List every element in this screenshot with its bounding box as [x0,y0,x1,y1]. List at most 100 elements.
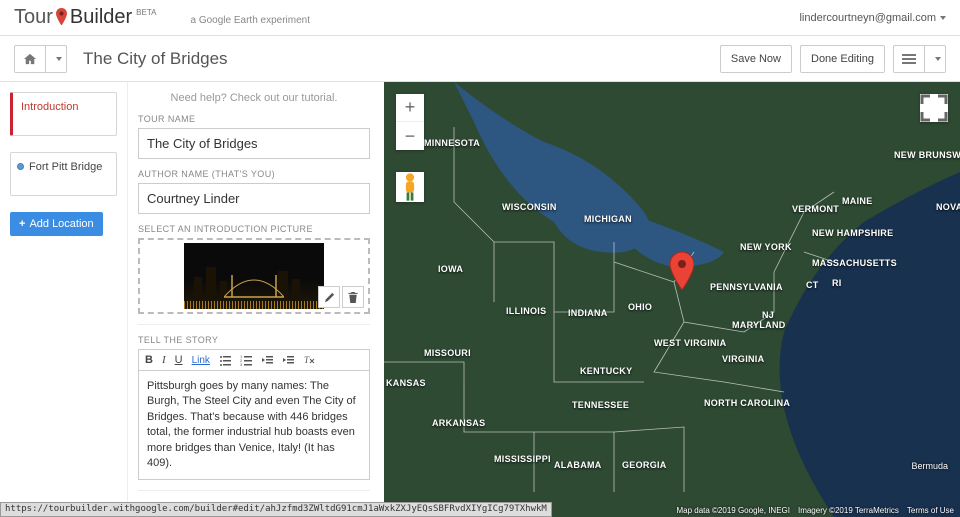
map-state-label: MARYLAND [732,320,786,330]
map-terms-link[interactable]: Terms of Use [907,506,954,515]
home-button[interactable] [14,45,46,73]
map-state-label: NJ [762,310,774,320]
map-state-label: PENNSYLVANIA [710,282,783,292]
home-dropdown-button[interactable] [46,45,67,73]
map-state-label: NORTH CAROLINA [704,398,790,408]
menu-split-button [893,45,946,73]
brand-tour-text: Tour [14,6,53,29]
map-state-label: ILLINOIS [506,306,546,316]
map-state-label: WEST VIRGINIA [654,338,726,348]
story-label: TELL THE STORY [138,335,370,345]
tour-title: The City of Bridges [83,49,228,69]
add-location-label: Add Location [29,218,93,230]
list-numbered-icon[interactable]: 123 [240,354,252,366]
map-state-label: NEW YORK [740,242,792,252]
map-data-text: Map data ©2019 Google, INEGI [676,506,790,515]
pegman-icon [396,172,424,202]
zoom-in-button[interactable]: + [396,94,424,122]
outdent-icon[interactable] [261,354,273,366]
marker-icon [670,252,694,290]
brand-logo[interactable]: Tour Builder BETA [14,6,156,30]
underline-button[interactable]: U [175,354,183,366]
pencil-icon [324,292,335,303]
map-state-label: ALABAMA [554,460,602,470]
fullscreen-button[interactable] [920,94,948,122]
map-state-label: WISCONSIN [502,202,557,212]
map-state-label: MISSOURI [424,348,471,358]
italic-button[interactable]: I [162,354,166,366]
map-state-label: MINNESOTA [424,138,480,148]
map-state-label: RI [832,278,842,288]
map-state-label: VERMONT [792,204,839,214]
zoom-out-button[interactable]: − [396,122,424,150]
map-pin-marker[interactable] [670,252,694,290]
clear-format-icon[interactable]: T [303,354,315,366]
map-state-label: MICHIGAN [584,214,632,224]
home-icon [23,53,37,65]
help-link[interactable]: Need help? Check out our tutorial. [138,92,370,104]
indent-icon[interactable] [282,354,294,366]
add-location-button[interactable]: + Add Location [10,212,103,236]
edit-picture-button[interactable] [318,286,340,308]
pegman-button[interactable] [396,172,424,202]
map-state-label: ARKANSAS [432,418,485,428]
svg-text:T: T [304,355,310,365]
author-input[interactable] [138,183,370,214]
sidebar-item-location[interactable]: Fort Pitt Bridge [10,152,117,196]
tour-name-input[interactable] [138,128,370,159]
map-state-label: KANSAS [386,378,426,388]
svg-text:3: 3 [240,362,243,366]
map-state-label: INDIANA [568,308,608,318]
map-imagery-text: Imagery ©2019 TerraMetrics [798,506,899,515]
caret-down-icon [935,57,941,61]
user-menu[interactable]: lindercourtneyn@gmail.com [799,12,946,24]
hamburger-icon [902,54,916,64]
story-textarea[interactable]: Pittsburgh goes by many names: The Burgh… [138,371,370,480]
brand-builder-text: Builder [70,6,132,29]
location-sidebar: Introduction Fort Pitt Bridge + Add Loca… [0,82,128,517]
app-header: Tour Builder BETA a Google Earth experim… [0,0,960,36]
author-label: AUTHOR NAME (THAT'S YOU) [138,169,370,179]
toolbar: The City of Bridges Save Now Done Editin… [0,36,960,82]
bold-button[interactable]: B [145,354,153,366]
menu-dropdown-button[interactable] [925,45,946,73]
list-bulleted-icon[interactable] [219,354,231,366]
location-dot-icon [17,163,24,170]
map-canvas[interactable]: MINNESOTA WISCONSIN MICHIGAN IOWA ILLINOIS IN… [384,82,960,517]
map-state-label: MASSACHUSETTS [812,258,897,268]
fullscreen-icon [920,94,948,122]
map-state-label: NOVA S [936,202,960,212]
intro-picture-thumbnail [184,243,324,309]
map-state-label: CT [806,280,819,290]
tour-name-label: TOUR NAME [138,114,370,124]
picture-label: SELECT AN INTRODUCTION PICTURE [138,224,370,234]
delete-picture-button[interactable] [342,286,364,308]
map-state-label: OHIO [628,302,652,312]
map-state-label: GEORGIA [622,460,667,470]
map-state-label: NEW BRUNSWICK [894,150,960,160]
map-attribution: Map data ©2019 Google, INEGI Imagery ©20… [676,506,954,515]
caret-down-icon [940,16,946,20]
editor-panel: Need help? Check out our tutorial. TOUR … [128,82,384,517]
sidebar-item-introduction[interactable]: Introduction [10,92,117,136]
trash-icon [348,292,358,303]
map-bermuda-label: Bermuda [911,461,948,471]
caret-down-icon [56,57,62,61]
picture-dropzone[interactable] [138,238,370,314]
brand-beta-text: BETA [136,8,156,17]
zoom-controls: + − [396,94,424,150]
map-state-label: MAINE [842,196,873,206]
map-state-label: VIRGINIA [722,354,764,364]
brand-tagline: a Google Earth experiment [190,15,310,26]
richtext-toolbar: B I U Link 123 T [138,349,370,371]
map-state-label: MISSISSIPPI [494,454,551,464]
done-editing-button[interactable]: Done Editing [800,45,885,73]
menu-button[interactable] [893,45,925,73]
map-state-label: KENTUCKY [580,366,632,376]
status-bar-url: https://tourbuilder.withgoogle.com/build… [0,502,552,517]
map-state-label: IOWA [438,264,463,274]
home-split-button [14,45,67,73]
user-email: lindercourtneyn@gmail.com [799,12,936,24]
link-button[interactable]: Link [192,355,210,366]
save-button[interactable]: Save Now [720,45,792,73]
